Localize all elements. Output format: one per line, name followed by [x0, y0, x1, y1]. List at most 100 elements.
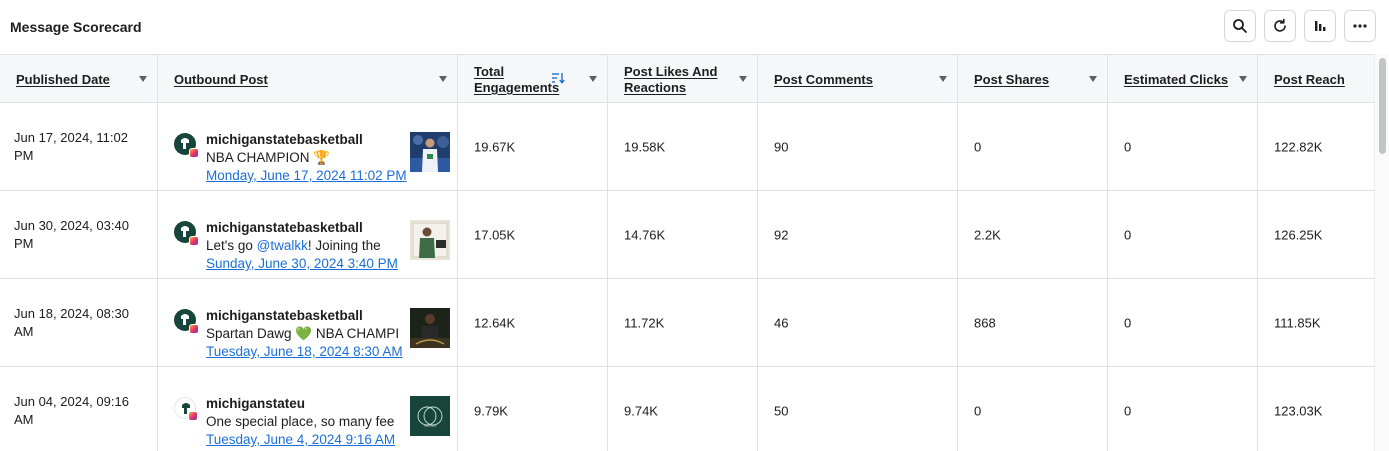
chart-view-button[interactable] [1304, 10, 1336, 42]
column-header-total-engagements[interactable]: Total Engagements [458, 55, 608, 103]
published-date-cell: Jun 04, 2024, 09:16 AM [0, 367, 158, 451]
refresh-button[interactable] [1264, 10, 1296, 42]
published-date: Jun 18, 2024, 08:30 AM [14, 306, 129, 339]
column-menu-caret-icon[interactable] [139, 76, 147, 82]
total-engagements-cell: 19.67K [458, 103, 608, 191]
widget-header: Message Scorecard [0, 0, 1389, 54]
post-comments-value: 90 [774, 139, 789, 155]
published-date-cell: Jun 17, 2024, 11:02 PM [0, 103, 158, 191]
post-thumbnail[interactable] [410, 132, 450, 172]
published-date-cell: Jun 18, 2024, 08:30 AM [0, 279, 158, 367]
column-menu-caret-icon[interactable] [1239, 76, 1247, 82]
post-link[interactable]: Monday, June 17, 2024 11:02 PM [206, 167, 410, 185]
post-reach-cell: 111.85K [1258, 279, 1374, 367]
refresh-icon [1274, 18, 1286, 32]
post-thumbnail[interactable] [410, 396, 450, 436]
column-label: Post Comments [774, 72, 873, 87]
avatar [174, 133, 199, 158]
post-likes-value: 14.76K [624, 227, 666, 243]
column-header-outbound-post[interactable]: Outbound Post [158, 55, 458, 103]
scrollbar-thumb[interactable] [1379, 58, 1386, 154]
post-image [410, 132, 450, 172]
outbound-post-cell: michiganstatebasketball Let's go @twalkk… [158, 191, 458, 279]
column-header-post-comments[interactable]: Post Comments [758, 55, 958, 103]
post-preview[interactable]: michiganstatebasketball NBA CHAMPION 🏆 M… [174, 121, 450, 183]
post-reach-cell: 122.82K [1258, 103, 1374, 191]
post-shares-cell: 868 [958, 279, 1108, 367]
post-image [410, 396, 450, 436]
post-mention[interactable]: @twalkk [257, 238, 308, 253]
estimated-clicks-value: 0 [1124, 403, 1132, 419]
scorecard-table: Published Date Outbound Post Total Engag… [0, 54, 1374, 451]
column-header-post-likes[interactable]: Post Likes And Reactions [608, 55, 758, 103]
post-comments-cell: 50 [758, 367, 958, 451]
post-reach-cell: 123.03K [1258, 367, 1374, 451]
instagram-icon [189, 236, 199, 246]
post-info: michiganstatebasketball NBA CHAMPION 🏆 M… [206, 131, 410, 185]
post-info: michiganstatebasketball Let's go @twalkk… [206, 219, 410, 273]
column-header-published-date[interactable]: Published Date [0, 55, 158, 103]
post-link[interactable]: Sunday, June 30, 2024 3:40 PM [206, 255, 410, 273]
post-reach-value: 123.03K [1274, 403, 1323, 419]
post-thumbnail[interactable] [410, 220, 450, 260]
total-engagements-cell: 12.64K [458, 279, 608, 367]
total-engagements-value: 19.67K [474, 139, 516, 155]
bar-chart-icon [1315, 21, 1326, 31]
post-thumbnail[interactable] [410, 308, 450, 348]
table-row[interactable]: Jun 04, 2024, 09:16 AM michiganstateu On… [0, 367, 1374, 451]
post-likes-cell: 19.58K [608, 103, 758, 191]
table-row[interactable]: Jun 18, 2024, 08:30 AM michiganstatebask… [0, 279, 1374, 367]
estimated-clicks-cell: 0 [1108, 367, 1258, 451]
column-label: Post Likes And Reactions [624, 64, 718, 95]
more-options-button[interactable] [1344, 10, 1376, 42]
vertical-scrollbar[interactable] [1374, 54, 1389, 451]
published-date: Jun 30, 2024, 03:40 PM [14, 218, 129, 251]
post-comments-cell: 46 [758, 279, 958, 367]
column-menu-caret-icon[interactable] [589, 76, 597, 82]
post-link[interactable]: Tuesday, June 18, 2024 8:30 AM [206, 343, 410, 361]
estimated-clicks-cell: 0 [1108, 191, 1258, 279]
outbound-post-cell: michiganstatebasketball NBA CHAMPION 🏆 M… [158, 103, 458, 191]
outbound-post-cell: michiganstateu One special place, so man… [158, 367, 458, 451]
search-icon [1233, 19, 1247, 33]
column-menu-caret-icon[interactable] [939, 76, 947, 82]
column-menu-caret-icon[interactable] [739, 76, 747, 82]
post-preview[interactable]: michiganstatebasketball Spartan Dawg 💚 N… [174, 297, 450, 359]
post-account-name: michiganstatebasketball [206, 132, 363, 147]
post-comments-cell: 90 [758, 103, 958, 191]
avatar [174, 221, 199, 246]
instagram-icon [188, 411, 198, 421]
column-menu-caret-icon[interactable] [1089, 76, 1097, 82]
post-account-name: michiganstateu [206, 396, 306, 411]
post-shares-value: 2.2K [974, 227, 1001, 243]
post-shares-cell: 0 [958, 367, 1108, 451]
sort-descending-icon[interactable] [551, 72, 565, 84]
post-likes-value: 9.74K [624, 403, 658, 419]
column-header-post-reach[interactable]: Post Reach [1258, 55, 1374, 103]
estimated-clicks-value: 0 [1124, 139, 1132, 155]
post-preview[interactable]: michiganstateu One special place, so man… [174, 385, 450, 447]
avatar [174, 309, 199, 334]
table-header: Published Date Outbound Post Total Engag… [0, 55, 1374, 103]
post-account-name: michiganstatebasketball [206, 308, 363, 323]
post-link[interactable]: Tuesday, June 4, 2024 9:16 AM [206, 431, 410, 449]
post-shares-cell: 0 [958, 103, 1108, 191]
column-header-post-shares[interactable]: Post Shares [958, 55, 1108, 103]
total-engagements-value: 9.79K [474, 403, 508, 419]
column-label: Published Date [16, 72, 110, 87]
column-header-estimated-clicks[interactable]: Estimated Clicks [1108, 55, 1258, 103]
post-shares-value: 0 [974, 403, 982, 419]
table-row[interactable]: Jun 17, 2024, 11:02 PM michiganstatebask… [0, 103, 1374, 191]
post-image [410, 308, 450, 348]
post-shares-cell: 2.2K [958, 191, 1108, 279]
table-row[interactable]: Jun 30, 2024, 03:40 PM michiganstatebask… [0, 191, 1374, 279]
column-menu-caret-icon[interactable] [439, 76, 447, 82]
column-label: Estimated Clicks [1124, 72, 1229, 87]
post-info: michiganstateu One special place, so man… [206, 395, 410, 449]
post-likes-value: 19.58K [624, 139, 666, 155]
post-preview[interactable]: michiganstatebasketball Let's go @twalkk… [174, 209, 450, 271]
post-info: michiganstatebasketball Spartan Dawg 💚 N… [206, 307, 410, 361]
post-text: One special place, so many fee [206, 414, 395, 429]
search-button[interactable] [1224, 10, 1256, 42]
avatar [174, 397, 198, 421]
